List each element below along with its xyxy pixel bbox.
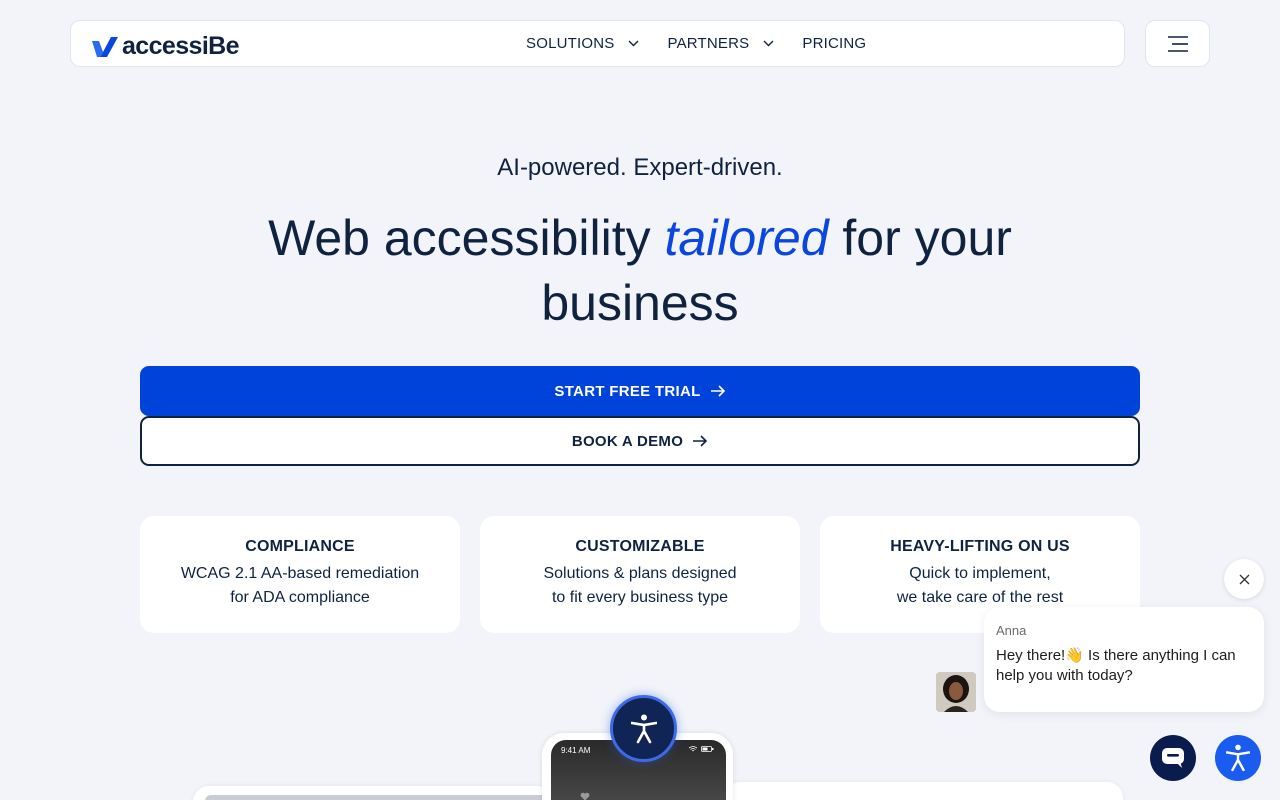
chat-bubble-icon — [1162, 748, 1184, 768]
logo[interactable]: accessiBe — [91, 32, 240, 61]
feature-title: HEAVY-LIFTING ON US — [890, 538, 1070, 555]
logo-check-icon — [92, 36, 118, 57]
battery-icon — [701, 746, 714, 752]
nav-item-solutions[interactable]: SOLUTIONS — [526, 35, 639, 52]
button-label: START FREE TRIAL — [554, 382, 701, 400]
phone-accessibility-badge — [610, 695, 677, 762]
feature-title: COMPLIANCE — [245, 538, 355, 555]
close-icon — [1239, 574, 1249, 584]
preview-card-left — [193, 786, 553, 800]
chevron-down-icon — [628, 40, 639, 47]
chat-message-text: Hey there!👋 Is there anything I can help… — [996, 647, 1236, 684]
heart-icon — [580, 792, 590, 800]
arrow-right-icon — [710, 385, 725, 397]
chat-message-bubble[interactable]: Anna Hey there!👋 Is there anything I can… — [984, 607, 1264, 712]
menu-button[interactable] — [1145, 20, 1210, 67]
nav-links: SOLUTIONS PARTNERS PRICING — [526, 21, 866, 66]
feature-card-compliance: COMPLIANCE WCAG 2.1 AA-based remediation… — [140, 516, 460, 633]
button-label: BOOK A DEMO — [571, 432, 684, 450]
feature-line: WCAG 2.1 AA-based remediation — [180, 565, 420, 582]
nav-item-label: PRICING — [802, 35, 867, 52]
feature-line: Quick to implement, — [909, 565, 1051, 582]
book-demo-button[interactable]: BOOK A DEMO — [140, 416, 1140, 466]
arrow-right-icon — [693, 435, 708, 447]
accessibility-menu-button[interactable] — [1215, 735, 1261, 781]
accessibility-person-icon — [630, 714, 657, 743]
preview-card-right — [725, 782, 1123, 800]
accessibility-person-icon — [1226, 744, 1250, 772]
phone-time: 9:41 AM — [561, 746, 591, 755]
start-free-trial-button[interactable]: START FREE TRIAL — [140, 366, 1140, 416]
chat-open-button[interactable] — [1150, 735, 1196, 781]
feature-line: to fit every business type — [551, 589, 729, 606]
nav-item-label: PARTNERS — [667, 35, 750, 52]
feature-description: WCAG 2.1 AA-based remediation for ADA co… — [140, 562, 460, 610]
feature-description: Quick to implement, we take care of the … — [820, 562, 1140, 610]
chat-agent-name: Anna — [996, 623, 1027, 638]
nav-item-partners[interactable]: PARTNERS — [667, 35, 774, 52]
avatar-image — [936, 672, 976, 712]
nav-item-label: SOLUTIONS — [526, 35, 615, 52]
chevron-down-icon — [763, 40, 774, 47]
feature-title: CUSTOMIZABLE — [575, 538, 705, 555]
feature-line: for ADA compliance — [230, 589, 370, 606]
hero-tagline: AI-powered. Expert-driven. — [497, 154, 783, 181]
hamburger-icon — [1167, 35, 1188, 52]
logo-text: accessiBe — [122, 32, 240, 60]
hero-headline: Web accessibility tailored for your busi… — [240, 206, 1040, 336]
chat-close-button[interactable] — [1224, 559, 1264, 599]
feature-card-customizable: CUSTOMIZABLE Solutions & plans designed … — [480, 516, 800, 633]
feature-description: Solutions & plans designed to fit every … — [480, 562, 800, 610]
feature-line: Solutions & plans designed — [543, 565, 737, 582]
top-navbar: accessiBe SOLUTIONS PARTNERS PRICING — [70, 20, 1125, 67]
headline-emphasis: tailored — [664, 210, 829, 266]
headline-part: Web accessibility — [268, 210, 665, 266]
wifi-icon — [689, 746, 697, 752]
phone-status-icons — [689, 746, 714, 752]
preview-bar — [205, 795, 551, 800]
chat-agent-avatar — [936, 672, 976, 712]
nav-item-pricing[interactable]: PRICING — [802, 35, 866, 52]
